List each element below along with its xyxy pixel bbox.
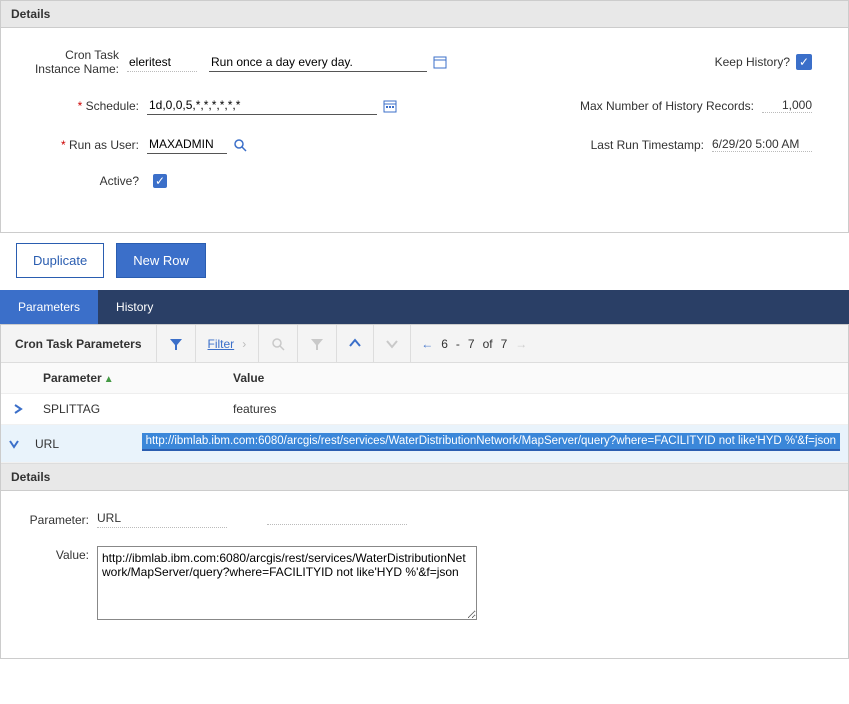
column-header-value[interactable]: Value	[225, 363, 848, 393]
page-start: 6	[441, 337, 448, 351]
detail-parameter-label: Parameter:	[17, 511, 97, 527]
schedule-picker-icon[interactable]	[383, 99, 397, 113]
parameters-table: Cron Task Parameters Filter › ← 6 - 7 of…	[0, 324, 849, 659]
instance-name-field[interactable]	[127, 53, 197, 72]
param-value: features	[225, 394, 848, 424]
active-label: Active?	[17, 174, 147, 188]
param-name: SPLITTAG	[35, 394, 225, 424]
parameter-details-header: Details	[1, 464, 848, 491]
tab-bar: Parameters History	[0, 290, 849, 324]
filter-link[interactable]: Filter ›	[195, 325, 259, 362]
parameter-details-panel: Details Parameter: URL Value:	[1, 463, 848, 658]
detail-value-label: Value:	[17, 546, 97, 562]
details-header: Details	[1, 1, 848, 28]
page-prev-icon[interactable]: ←	[421, 337, 433, 351]
max-history-field[interactable]: 1,000	[762, 98, 812, 113]
param-value[interactable]: http://ibmlab.ibm.com:6080/arcgis/rest/s…	[134, 425, 848, 462]
column-header-parameter[interactable]: Parameter▲	[35, 363, 225, 393]
expand-row-icon[interactable]	[1, 396, 35, 422]
lookup-user-icon[interactable]	[233, 138, 247, 152]
last-run-label: Last Run Timestamp:	[591, 138, 704, 152]
new-row-button[interactable]: New Row	[116, 243, 206, 278]
sort-asc-icon: ▲	[104, 374, 114, 385]
last-run-field: 6/29/20 5:00 AM	[712, 137, 812, 152]
run-as-user-label: Run as User:	[17, 138, 147, 152]
page-end: 7	[468, 337, 475, 351]
max-history-label: Max Number of History Records:	[580, 99, 754, 113]
search-icon	[258, 325, 297, 362]
table-row[interactable]: URL http://ibmlab.ibm.com:6080/arcgis/re…	[1, 425, 848, 463]
move-down-icon	[373, 325, 410, 362]
schedule-field[interactable]	[147, 96, 377, 115]
cron-details-panel: Details Cron Task Instance Name: Keep Hi…	[0, 0, 849, 233]
collapse-row-icon[interactable]	[1, 431, 27, 457]
tab-history[interactable]: History	[98, 290, 171, 324]
clear-filter-icon	[297, 325, 336, 362]
table-row[interactable]: SPLITTAG features	[1, 394, 848, 425]
detail-parameter-blank	[267, 511, 407, 525]
keep-history-label: Keep History?	[715, 55, 790, 69]
parameters-table-title: Cron Task Parameters	[1, 337, 156, 351]
param-name: URL	[27, 429, 134, 459]
detail-parameter-value: URL	[97, 511, 227, 528]
description-field[interactable]	[209, 53, 427, 72]
url-value-field[interactable]: http://ibmlab.ibm.com:6080/arcgis/rest/s…	[142, 433, 840, 451]
tab-parameters[interactable]: Parameters	[0, 290, 98, 324]
long-description-icon[interactable]	[433, 55, 447, 69]
schedule-label: Schedule:	[17, 99, 147, 113]
move-up-icon[interactable]	[336, 325, 373, 362]
instance-name-label: Cron Task Instance Name:	[17, 48, 127, 76]
detail-value-textarea[interactable]	[97, 546, 477, 620]
filter-toggle-icon[interactable]	[156, 325, 195, 362]
run-as-user-field[interactable]	[147, 135, 227, 154]
active-checkbox[interactable]: ✓	[153, 174, 167, 188]
page-next-icon: →	[515, 337, 527, 351]
duplicate-button[interactable]: Duplicate	[16, 243, 104, 278]
keep-history-checkbox[interactable]: ✓	[796, 54, 812, 70]
page-total: 7	[501, 337, 508, 351]
pagination: ← 6 - 7 of 7 →	[410, 325, 537, 362]
